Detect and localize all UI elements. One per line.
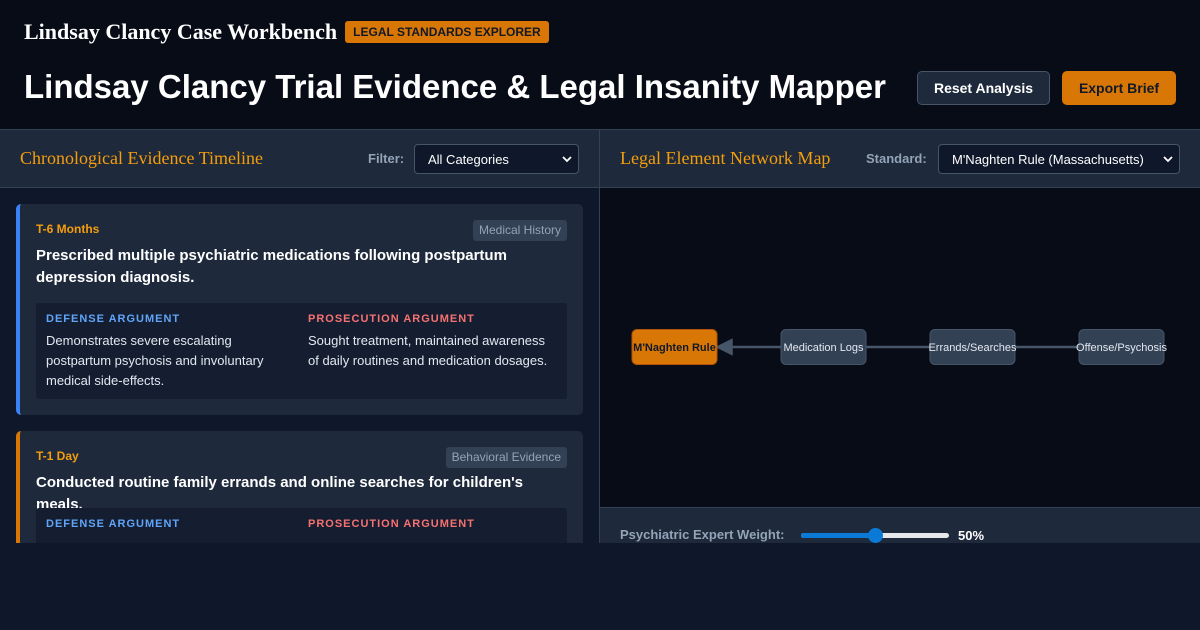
prosecution-heading: PROSECUTION ARGUMENT [308,313,475,325]
network-node-label: Medication Logs [783,342,864,354]
filter-label: Filter: [368,151,405,166]
network-node[interactable]: Medication Logs [780,329,867,365]
defense-heading: DEFENSE ARGUMENT [46,313,181,325]
timeline-card[interactable]: T-6 Months Medical History Prescribed mu… [16,204,583,415]
network-node[interactable]: Offense/Psychosis [1076,329,1167,365]
timeline-card[interactable]: T-1 Day Behavioral Evidence Conducted ro… [16,431,583,543]
argument-box: DEFENSE ARGUMENT PROSECUTION ARGUMENT [36,508,567,543]
reset-analysis-button[interactable]: Reset Analysis [917,71,1050,105]
prosecution-argument: PROSECUTION ARGUMENT [308,518,558,530]
network-node-label: Errands/Searches [928,342,1017,354]
network-node[interactable]: M'Naghten Rule [631,329,718,365]
defense-argument: DEFENSE ARGUMENT [46,518,296,530]
defense-heading: DEFENSE ARGUMENT [46,518,181,530]
expert-weight-label: Psychiatric Expert Weight: [620,527,785,542]
chevron-down-icon [562,156,572,163]
network-node-label: Offense/Psychosis [1076,342,1167,354]
standard-label: Standard: [866,151,927,166]
network-title: Legal Element Network Map [620,148,831,168]
expert-weight-value: 50% [958,528,985,543]
card-time: T-1 Day [36,449,79,463]
evidence-timeline: T-6 Months Medical History Prescribed mu… [0,188,600,543]
legal-standard-select[interactable]: M'Naghten Rule (Massachusetts) [938,144,1180,174]
chevron-down-icon [1163,156,1173,163]
export-brief-button[interactable]: Export Brief [1062,71,1176,105]
legal-standard-value: M'Naghten Rule (Massachusetts) [952,151,1144,167]
argument-box: DEFENSE ARGUMENT Demonstrates severe esc… [36,303,567,399]
brand-row: Lindsay Clancy Case Workbench LEGAL STAN… [24,18,549,46]
timeline-title: Chronological Evidence Timeline [20,148,263,168]
category-tag: Behavioral Evidence [445,447,567,468]
defense-text: Demonstrates severe escalating postpartu… [46,333,264,388]
defense-argument: DEFENSE ARGUMENT Demonstrates severe esc… [46,313,296,391]
legal-network-map: M'Naghten Rule Medication Logs Errands/Sea… [600,188,1200,508]
prosecution-argument: PROSECUTION ARGUMENT Sought treatment, m… [308,313,558,371]
category-filter-value: All Categories [428,151,509,167]
prosecution-text: Sought treatment, maintained awareness o… [308,333,548,368]
expert-weight-bar: Psychiatric Expert Weight: 50% [600,507,1200,543]
timeline-panel-header: Chronological Evidence Timeline Filter: … [0,129,600,188]
network-panel-header: Legal Element Network Map Standard: M'Na… [600,129,1200,188]
category-filter-select[interactable]: All Categories [414,144,579,174]
page-title: Lindsay Clancy Trial Evidence & Legal In… [24,68,886,105]
slider-thumb[interactable] [868,528,883,543]
network-node[interactable]: Errands/Searches [928,329,1017,365]
network-node-label: M'Naghten Rule [633,342,716,354]
card-time: T-6 Months [36,222,100,236]
category-tag: Medical History [472,220,567,241]
network-graph: M'Naghten Rule Medication Logs Errands/Sea… [631,329,1167,365]
top-header: Lindsay Clancy Case Workbench LEGAL STAN… [0,0,1200,129]
card-title: Prescribed multiple psychiatric medicati… [36,247,507,286]
app-title: Lindsay Clancy Case Workbench [24,19,338,44]
slider-fill [801,533,875,538]
prosecution-heading: PROSECUTION ARGUMENT [308,518,475,530]
standards-badge: LEGAL STANDARDS EXPLORER [345,21,549,43]
expert-weight-slider[interactable] [801,528,949,543]
